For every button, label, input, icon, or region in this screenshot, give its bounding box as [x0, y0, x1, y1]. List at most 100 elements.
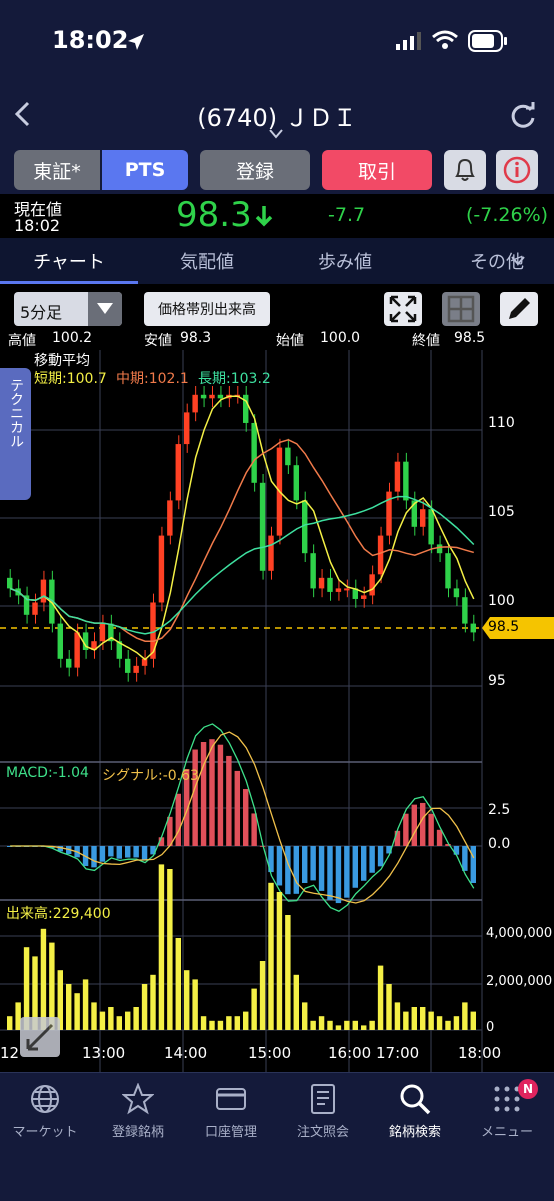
volume-axis-label: 2,000,000 — [486, 974, 553, 989]
bell-icon — [455, 158, 475, 181]
pts-button[interactable]: PTS — [102, 150, 188, 190]
battery-icon — [468, 30, 507, 52]
volume-bar — [74, 993, 80, 1030]
macd-bar — [420, 802, 426, 846]
price-row: 現在値 18:02 98.3 -7.7 (-7.26%) — [0, 194, 554, 238]
candle-body — [200, 394, 207, 399]
nav-orders-label: 注文照会 — [296, 1125, 349, 1140]
tab-quotes[interactable]: 気配値 — [138, 238, 276, 284]
chart-scroll-handle[interactable] — [20, 1017, 60, 1057]
volume-bar — [209, 1020, 215, 1030]
candle-body — [327, 577, 333, 592]
candle-body — [470, 623, 476, 633]
x-axis-label: 15:00 — [248, 1044, 292, 1062]
candle-body — [217, 394, 224, 399]
x-axis-label: 17:00 — [376, 1044, 420, 1062]
volume-bar — [192, 979, 198, 1030]
candle-body — [125, 658, 131, 673]
tab-chart[interactable]: チャート — [0, 238, 138, 284]
macd-bar — [470, 846, 476, 883]
technical-side-tab[interactable]: テクニカル — [0, 368, 31, 500]
volume-bar — [386, 984, 392, 1030]
tab-ticks[interactable]: 歩み値 — [276, 238, 414, 284]
ma-short-line — [9, 395, 475, 661]
price-axis-label: 95 — [488, 673, 506, 689]
volume-bar — [259, 961, 266, 1030]
refresh-icon[interactable] — [510, 102, 536, 128]
nav-orders[interactable]: 注文照会 — [278, 1083, 368, 1153]
chart-area[interactable]: 5分足 価格帯別出来高 高値 100.2 安値 98.3 始値 100.0 終値… — [0, 284, 554, 1072]
tosho-button[interactable]: 東証* — [14, 150, 100, 190]
candle-body — [361, 595, 367, 599]
volume-bar — [420, 1007, 426, 1030]
volume-by-price-button[interactable]: 価格帯別出来高 — [144, 292, 270, 326]
volume-bar — [268, 882, 274, 1030]
info-button[interactable] — [496, 150, 538, 190]
volume-bar — [40, 928, 47, 1030]
price-axis-label: 105 — [488, 504, 515, 520]
chevron-down-icon[interactable] — [268, 128, 284, 140]
candlestick-chart[interactable] — [0, 350, 554, 1072]
x-axis-label: 12 — [0, 1044, 20, 1062]
star-icon — [122, 1083, 154, 1115]
tab-other[interactable]: その他 — [414, 238, 524, 284]
volume-bar — [453, 1016, 460, 1030]
nav-market[interactable]: マーケット — [0, 1083, 90, 1153]
volume-bar — [411, 1007, 417, 1030]
candle-body — [310, 553, 316, 589]
volume-bar — [217, 1020, 224, 1030]
interval-select[interactable]: 5分足 — [14, 292, 122, 326]
candle-body — [436, 544, 443, 554]
macd-bar — [125, 846, 131, 858]
volume-bar — [403, 1011, 409, 1030]
draw-button[interactable] — [500, 292, 538, 326]
volume-bar — [352, 1020, 358, 1030]
macd-bar — [133, 846, 139, 858]
macd-bar — [310, 846, 316, 881]
fullscreen-button[interactable] — [384, 292, 422, 326]
nav-search[interactable]: 銘柄検索 — [370, 1083, 460, 1153]
macd-bar — [91, 846, 97, 868]
candle-body — [251, 422, 257, 483]
volume-bar — [318, 1016, 325, 1030]
alert-button[interactable] — [444, 150, 486, 190]
volume-bar — [470, 1011, 476, 1030]
candle-body — [209, 394, 215, 399]
volume-bar — [310, 1020, 316, 1030]
candle-body — [268, 535, 274, 571]
candle-body — [445, 553, 451, 589]
nav-watchlist[interactable]: 登録銘柄 — [93, 1083, 183, 1153]
volume-bar — [91, 1002, 97, 1030]
volume-bar — [175, 938, 181, 1030]
macd-axis-label: 2.5 — [488, 802, 511, 818]
candle-body — [66, 658, 72, 668]
macd-bar — [394, 830, 401, 846]
trade-button[interactable]: 取引 — [322, 150, 432, 190]
nav-account[interactable]: 口座管理 — [186, 1083, 276, 1153]
price-axis-label: 110 — [488, 415, 515, 431]
price-change-pct: (-7.26%) — [466, 204, 549, 226]
candle-body — [403, 461, 409, 501]
interval-dropdown[interactable] — [88, 292, 122, 326]
candle-body — [40, 579, 47, 603]
macd-bar — [436, 829, 443, 846]
chevron-down-icon[interactable] — [510, 255, 526, 267]
open-value: 100.0 — [320, 330, 361, 346]
volume-bar — [436, 1016, 443, 1030]
tab-bar: チャート 気配値 歩み値 その他 — [0, 238, 554, 285]
expand-icon — [389, 295, 417, 323]
candle-body — [344, 588, 350, 591]
candle-body — [453, 588, 460, 598]
search-icon — [400, 1084, 431, 1115]
macd-bar — [293, 846, 299, 894]
macd-bar — [335, 846, 342, 904]
volume-bar — [234, 1016, 240, 1030]
layout-button[interactable] — [442, 292, 480, 326]
x-axis-label: 16:00 — [328, 1044, 372, 1062]
nav-menu[interactable]: メニュー N — [462, 1079, 552, 1153]
volume-bar — [335, 1025, 342, 1030]
volume-bar — [99, 1011, 106, 1030]
register-button[interactable]: 登録 — [200, 150, 310, 190]
volume-bar — [369, 1020, 375, 1030]
macd-bar — [411, 804, 417, 846]
